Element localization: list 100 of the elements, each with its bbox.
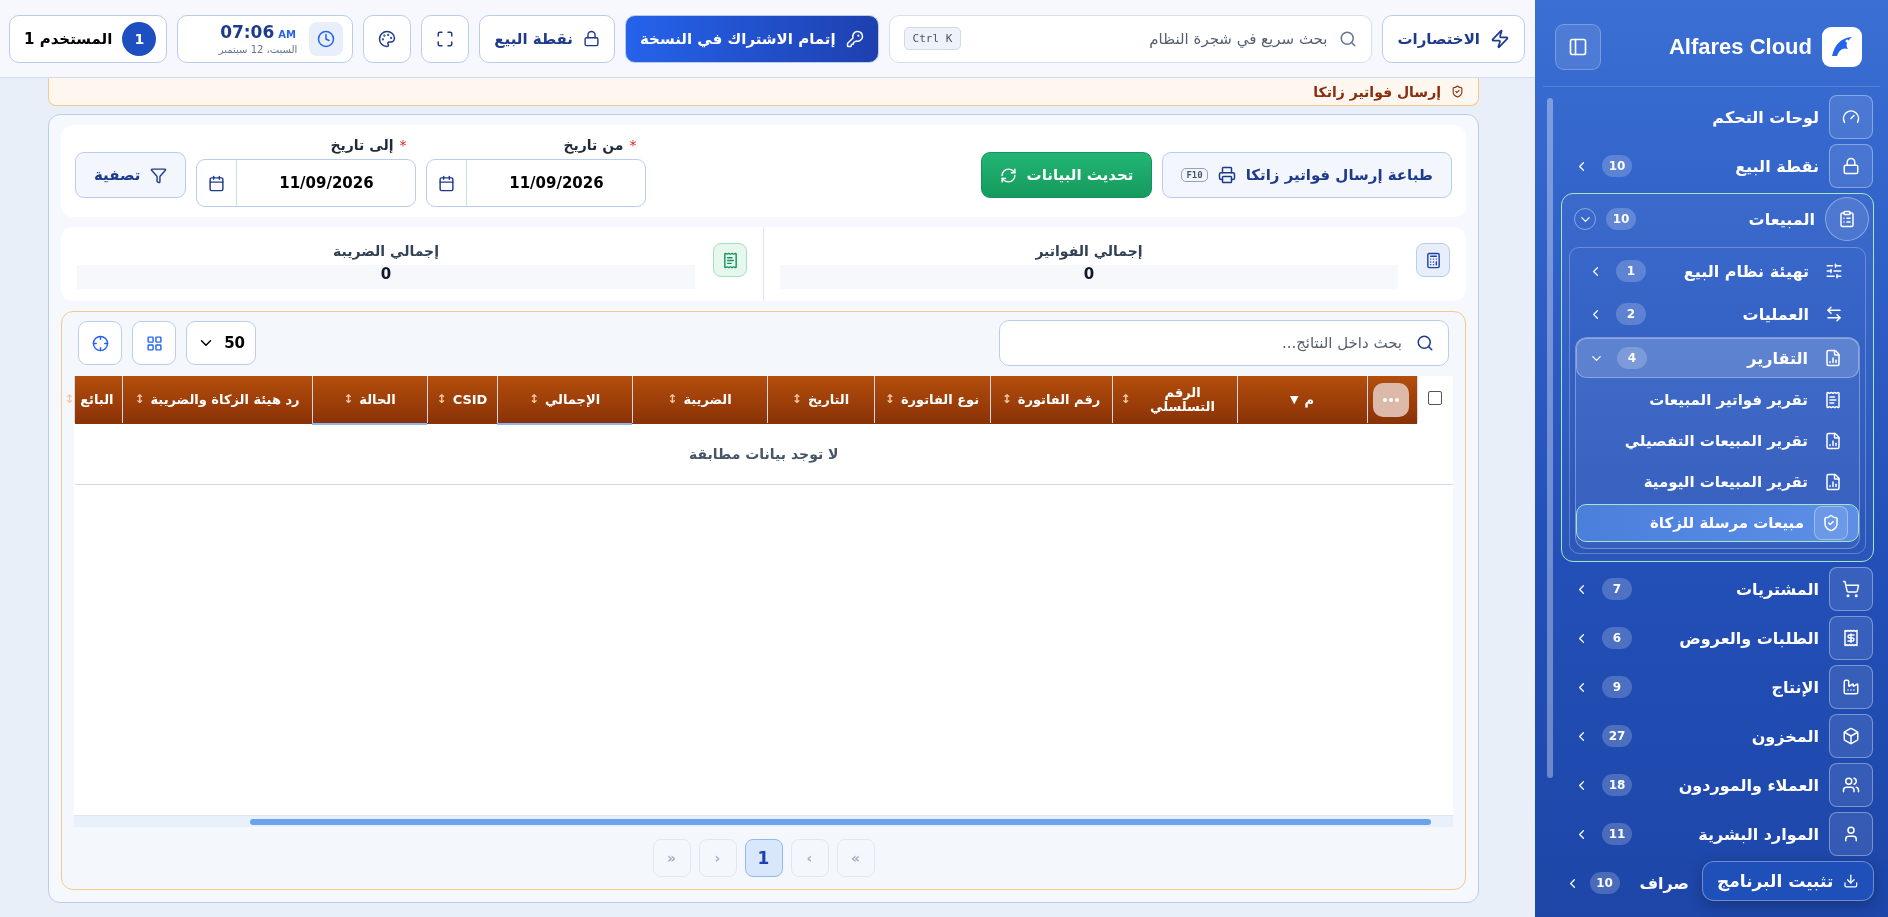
user-name: المستخدم 1: [24, 29, 113, 48]
count-badge: 18: [1602, 774, 1632, 796]
results-search-input[interactable]: بحث داخل النتائج...: [1014, 333, 1404, 353]
users-icon: [1842, 776, 1860, 794]
sort-indicator: ↕: [343, 393, 354, 407]
palette-icon: [378, 29, 397, 48]
column-header[interactable]: رد هيئة الزكاة والضريبة ↕: [122, 376, 312, 424]
clipboard-icon: [1838, 210, 1856, 228]
panel-icon: [1568, 37, 1588, 57]
nav-item[interactable]: تقرير المبيعات اليومية: [1576, 463, 1859, 501]
shortcut-hint: F10: [1181, 168, 1208, 182]
chart-file-icon: [1824, 432, 1842, 450]
page-size-select[interactable]: 50: [186, 321, 256, 365]
stat-value: 0: [1083, 265, 1095, 283]
count-badge: 10: [1589, 872, 1620, 894]
sort-indicator: ↕: [884, 393, 895, 407]
clock-date: السبت، 12 سبتمبر: [218, 44, 298, 55]
clock-icon: [309, 21, 344, 56]
sort-indicator: ↕: [134, 393, 145, 407]
factory-icon: [1842, 678, 1860, 696]
more-button[interactable]: [1372, 382, 1409, 417]
required-mark: *: [399, 137, 407, 153]
grid-icon: [145, 334, 163, 352]
sort-indicator: ↕: [791, 393, 802, 407]
search-icon: [1416, 334, 1434, 352]
refresh-icon: [999, 166, 1017, 184]
stat-label: إجمالي الضريبة: [333, 243, 439, 259]
dots-icon: [1382, 397, 1399, 402]
count-badge: 11: [1602, 823, 1632, 845]
pos-button[interactable]: نقطة البيع: [479, 14, 615, 63]
filter-button[interactable]: تصفية: [75, 152, 187, 198]
nav-item[interactable]: تقرير المبيعات التفصيلي: [1576, 422, 1859, 460]
column-header[interactable]: نوع الفاتورة ↕: [874, 376, 990, 424]
date-field[interactable]: 11/09/2026: [196, 159, 417, 207]
user-avatar: 1: [122, 21, 157, 56]
brand-name: Alfares Cloud: [1668, 34, 1812, 60]
user-icon: [1842, 825, 1860, 843]
column-header[interactable]: التاريخ ↕: [767, 376, 874, 424]
stat-value: 0: [380, 265, 392, 283]
cart-icon: [1842, 580, 1860, 598]
select-all-checkbox[interactable]: [1428, 391, 1443, 405]
page-button[interactable]: 1: [744, 839, 783, 877]
count-badge: 10: [1602, 155, 1632, 177]
column-header[interactable]: الضريبة ↕: [632, 376, 767, 424]
chart-file-icon: [1824, 473, 1842, 491]
column-header[interactable]: م ▼: [1237, 376, 1367, 424]
count-badge: 10: [1606, 208, 1636, 230]
field-label: من تاريخ: [563, 137, 624, 153]
nav-item[interactable]: مبيعات مرسلة للزكاة: [1576, 504, 1859, 542]
sort-indicator: ↕: [436, 393, 447, 407]
count-badge: 7: [1602, 578, 1632, 600]
stat-label: إجمالي الفواتير: [1035, 243, 1143, 259]
lock-icon: [1842, 157, 1860, 175]
crosshair-icon: [91, 334, 109, 352]
results-search-field[interactable]: بحث داخل النتائج...: [999, 320, 1449, 366]
date-field[interactable]: 11/09/2026: [426, 159, 647, 207]
count-badge: 2: [1616, 303, 1646, 325]
logo-icon: [1822, 27, 1862, 67]
column-header[interactable]: الإجمالي ↕: [497, 376, 632, 424]
sort-indicator: ↕: [528, 393, 539, 407]
sort-indicator: ▼: [1290, 393, 1299, 407]
gauge-icon: [1842, 108, 1860, 126]
grid-button[interactable]: [132, 321, 176, 365]
locate-button[interactable]: [78, 321, 122, 365]
shield-icon: [1822, 514, 1840, 532]
banner-title: إرسال فواتير زاتكا: [1313, 83, 1441, 100]
column-header[interactable]: CSID ↕: [427, 376, 497, 424]
count-badge: 9: [1602, 676, 1632, 698]
fullscreen-button[interactable]: [421, 14, 470, 63]
arrows-icon: [1825, 305, 1843, 323]
sort-indicator: ↕: [667, 393, 678, 407]
nav-item[interactable]: لوحات التحكم: [1561, 95, 1874, 139]
required-mark: *: [629, 137, 637, 153]
shortcuts-button[interactable]: الاختصارات: [1382, 14, 1525, 63]
receipt-icon: [713, 243, 747, 277]
search-input[interactable]: بحث سريع في شجرة النظام: [971, 28, 1330, 49]
column-header[interactable]: الرقم التسلسلي ↕: [1112, 376, 1237, 424]
empty-message: لا توجد بيانات مطابقة: [74, 424, 1453, 484]
nav-item[interactable]: تقرير فواتير المبيعات: [1576, 381, 1859, 419]
count-badge: 6: [1602, 627, 1632, 649]
calculator-icon: [1416, 243, 1450, 277]
install-button[interactable]: تثبيت البرنامج: [1702, 861, 1874, 901]
search-icon: [1339, 29, 1358, 48]
count-badge: 27: [1602, 725, 1632, 747]
column-header[interactable]: رقم الفاتورة ↕: [990, 376, 1112, 424]
filter-icon: [150, 166, 168, 184]
palette-button[interactable]: [363, 14, 412, 63]
sliders-icon: [1825, 262, 1843, 280]
printer-icon: [1217, 166, 1236, 184]
horizontal-scrollbar[interactable]: [74, 815, 1453, 827]
scrollbar[interactable]: [1547, 98, 1553, 778]
count-badge: 1: [1616, 260, 1646, 282]
sort-indicator: ↕: [1120, 393, 1131, 407]
subscribe-button[interactable]: إتمام الاشتراك في النسخة: [625, 14, 879, 63]
receipt-icon: [1842, 629, 1860, 647]
count-badge: 4: [1617, 347, 1647, 369]
receipt-icon: [1824, 391, 1842, 409]
column-header[interactable]: الحالة ↕: [312, 376, 427, 424]
lightning-icon: [1490, 28, 1510, 49]
sidebar-toggle-button[interactable]: [1555, 24, 1601, 70]
